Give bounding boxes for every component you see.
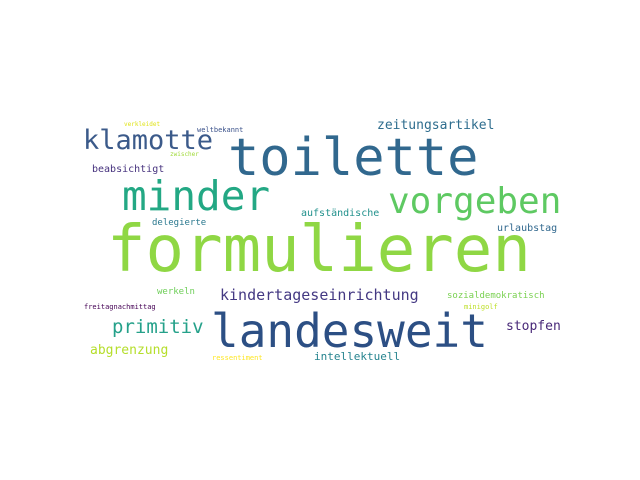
word-minigolf: minigolf — [464, 303, 498, 311]
word-urlaubstag: urlaubstag — [497, 223, 558, 234]
word-zwischer: zwischer — [170, 151, 199, 158]
word-aufstaendische: aufständische — [301, 208, 380, 219]
word-intellektuell: intellektuell — [314, 350, 401, 363]
word-klamotte: klamotte — [83, 125, 214, 156]
word-delegierte: delegierte — [152, 218, 207, 228]
word-primitiv: primitiv — [112, 316, 204, 338]
word-landesweit: landesweit — [211, 304, 488, 358]
word-sozialdemokratisch: sozialdemokratisch — [447, 291, 545, 301]
word-stopfen: stopfen — [506, 319, 561, 334]
word-werkeln: werkeln — [157, 287, 195, 297]
word-beabsichtigt: beabsichtigt — [92, 164, 165, 175]
word-ressentiment: ressentiment — [212, 354, 263, 362]
word-freitagnachmittag: freitagnachmittag — [84, 303, 156, 311]
word-vorgeben: vorgeben — [388, 181, 562, 222]
word-minder: minder — [122, 172, 271, 220]
word-zeitungsartikel: zeitungsartikel — [377, 118, 495, 133]
word-verkleidet: verkleidet — [124, 121, 161, 128]
word-abgrenzung: abgrenzung — [90, 343, 169, 358]
word-weltbekannt: weltbekannt — [197, 126, 244, 134]
word-cloud: formulieren toilette landesweit minder v… — [0, 0, 640, 480]
word-kindertageseinrichtung: kindertageseinrichtung — [220, 286, 419, 304]
